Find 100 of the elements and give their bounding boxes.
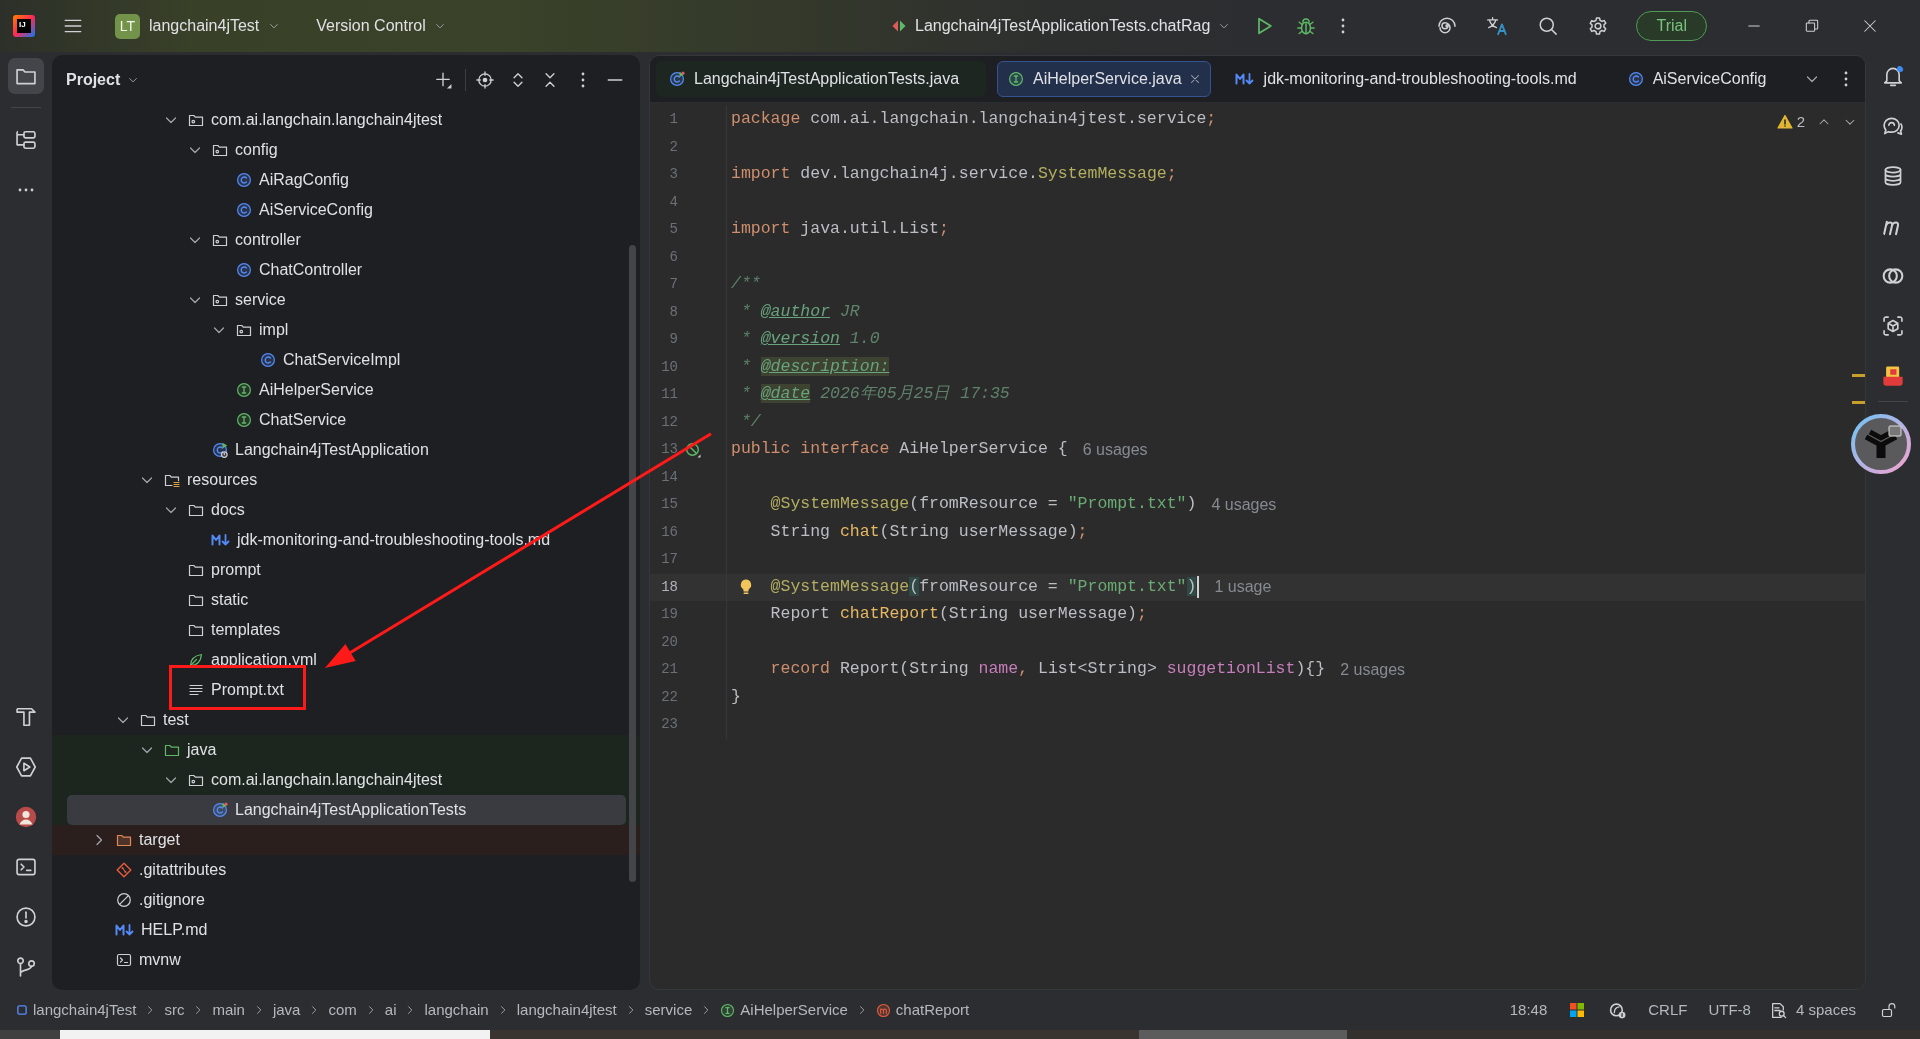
tree-item[interactable]: service: [212, 288, 286, 312]
code-line: @SystemMessage(fromResource = "Prompt.txt"): [770, 575, 1197, 598]
code-line: Report chatReport(String userMessage);: [770, 603, 1147, 626]
terminal-icon[interactable]: [15, 856, 37, 878]
vertical-dots-icon[interactable]: [1844, 71, 1849, 87]
indent-setting[interactable]: 4 spaces: [1769, 998, 1856, 1022]
search-icon[interactable]: [1538, 16, 1559, 36]
settings-icon[interactable]: [1588, 16, 1609, 36]
document-search-icon: [1769, 1001, 1787, 1019]
line-number: 3: [668, 165, 678, 185]
tree-item[interactable]: AiServiceConfig: [236, 198, 373, 222]
tree-item[interactable]: application.yml: [188, 648, 317, 672]
structure-icon[interactable]: [15, 129, 37, 151]
tree-item[interactable]: com.ai.langchain.langchain4jtest: [188, 768, 443, 792]
tree-item[interactable]: HELP.md: [116, 918, 208, 942]
translate-icon[interactable]: [1486, 16, 1509, 36]
tree-item[interactable]: Prompt.txt: [188, 678, 284, 702]
open-lock-icon[interactable]: [1881, 1002, 1897, 1018]
tree-item[interactable]: com.ai.langchain.langchain4jtest: [188, 108, 443, 132]
tree-item[interactable]: test: [140, 708, 189, 732]
tree-item[interactable]: java: [164, 738, 217, 762]
tree-item[interactable]: ChatController: [236, 258, 363, 282]
bug-icon[interactable]: [1296, 16, 1317, 36]
tree-item[interactable]: controller: [212, 228, 301, 252]
breadcrumb-item[interactable]: java: [272, 998, 301, 1022]
ring-badge-icon[interactable]: [1609, 1001, 1627, 1019]
breadcrumb-item[interactable]: src: [164, 998, 185, 1022]
trial-button[interactable]: Trial: [1636, 11, 1708, 41]
spiral-icon[interactable]: [1437, 16, 1458, 36]
person-icon[interactable]: [15, 806, 37, 828]
vertical-dots-icon[interactable]: [1341, 18, 1346, 34]
breadcrumb-item[interactable]: ai: [384, 998, 397, 1022]
tree-item[interactable]: docs: [188, 498, 245, 522]
database-icon[interactable]: [1882, 165, 1904, 187]
branch-icon[interactable]: [15, 956, 37, 978]
tree-item[interactable]: Langchain4jTestApplication: [212, 438, 429, 462]
plus-icon[interactable]: [434, 71, 452, 89]
hammer-icon[interactable]: [15, 706, 37, 728]
tree-item[interactable]: ChatServiceImpl: [260, 348, 401, 372]
tree-item[interactable]: impl: [236, 318, 289, 342]
breadcrumb-item[interactable]: AiHelperService: [720, 998, 848, 1022]
tree-item[interactable]: config: [212, 138, 278, 162]
inspection-widget[interactable]: 2: [1776, 111, 1805, 134]
run-config-selector[interactable]: Langchain4jTestApplicationTests.chatRag: [885, 10, 1237, 42]
tree-item[interactable]: Langchain4jTestApplicationTests: [212, 798, 467, 822]
tree-item[interactable]: .gitattributes: [116, 858, 227, 882]
file-encoding[interactable]: UTF-8: [1708, 998, 1751, 1022]
code-line: */: [740, 410, 761, 433]
warning-stripe-mark[interactable]: [1852, 373, 1865, 377]
line-separator[interactable]: CRLF: [1648, 998, 1688, 1022]
cursor-position[interactable]: 18:48: [1509, 998, 1548, 1022]
breadcrumb-item[interactable]: langchain4jtest: [516, 998, 617, 1022]
alert-icon[interactable]: [15, 906, 37, 928]
tree-item[interactable]: resources: [164, 468, 258, 492]
tree-item[interactable]: AiHelperService: [236, 378, 374, 402]
breadcrumb-item[interactable]: chatReport: [875, 998, 970, 1022]
usage-hint[interactable]: 4 usages: [1211, 492, 1277, 517]
text-cursor: [1197, 576, 1200, 599]
lightbulb-icon[interactable]: [738, 578, 754, 595]
usage-hint[interactable]: 6 usages: [1082, 437, 1148, 462]
vcs-selector[interactable]: Version Control: [310, 10, 452, 42]
usage-hint[interactable]: 2 usages: [1340, 657, 1406, 682]
vertical-dots-icon[interactable]: [581, 72, 585, 88]
crosshair-icon[interactable]: [476, 71, 494, 89]
breadcrumb-item[interactable]: service: [644, 998, 693, 1022]
close-icon[interactable]: [1863, 19, 1878, 33]
breadcrumb-item[interactable]: langchain: [424, 998, 489, 1022]
chat-bubbles-icon[interactable]: [1882, 115, 1904, 137]
slashed-circle-icon[interactable]: [685, 441, 701, 458]
folder-icon[interactable]: [8, 58, 44, 94]
scrollbar-thumb[interactable]: [629, 245, 636, 882]
tree-item[interactable]: AiRagConfig: [236, 168, 349, 192]
tree-item[interactable]: prompt: [188, 558, 261, 582]
tree-item[interactable]: ChatService: [236, 408, 347, 432]
tree-item[interactable]: target: [116, 828, 180, 852]
block-stack-icon[interactable]: [1882, 365, 1904, 387]
bell-icon[interactable]: [1882, 65, 1904, 87]
four-squares-icon[interactable]: [1569, 1002, 1586, 1018]
play-hexagon-icon[interactable]: [15, 756, 37, 778]
panel-title-dropdown[interactable]: Project: [66, 68, 140, 92]
project-selector[interactable]: LT langchain4jTest: [109, 9, 287, 43]
overlapping-circles-icon[interactable]: [1882, 265, 1904, 287]
more-dots-icon[interactable]: [18, 188, 34, 192]
tree-item[interactable]: templates: [188, 618, 281, 642]
tree-item[interactable]: mvnw: [116, 948, 181, 972]
breadcrumb-item[interactable]: langchain4jTest: [16, 998, 137, 1022]
tree-item[interactable]: .gitignore: [116, 888, 205, 912]
editor-tab[interactable]: Langchain4jTestApplicationTests.java: [656, 61, 987, 97]
editor-tab[interactable]: jdk-monitoring-and-troubleshooting-tools.md: [1221, 61, 1604, 97]
editor-tab[interactable]: AiServiceConfig: [1614, 61, 1794, 97]
breadcrumb-item[interactable]: com: [328, 998, 357, 1022]
breadcrumb-item[interactable]: main: [212, 998, 245, 1022]
editor-tab[interactable]: AiHelperService.java: [997, 61, 1211, 97]
markdown-icon: [115, 922, 135, 938]
restore-icon[interactable]: [1805, 19, 1820, 33]
app-logo[interactable]: IJ: [13, 15, 35, 37]
cube-scan-icon[interactable]: [1882, 315, 1904, 337]
round-logo-icon[interactable]: [1851, 414, 1911, 474]
usage-hint[interactable]: 1 usage: [1214, 575, 1272, 600]
tree-item[interactable]: static: [188, 588, 249, 612]
